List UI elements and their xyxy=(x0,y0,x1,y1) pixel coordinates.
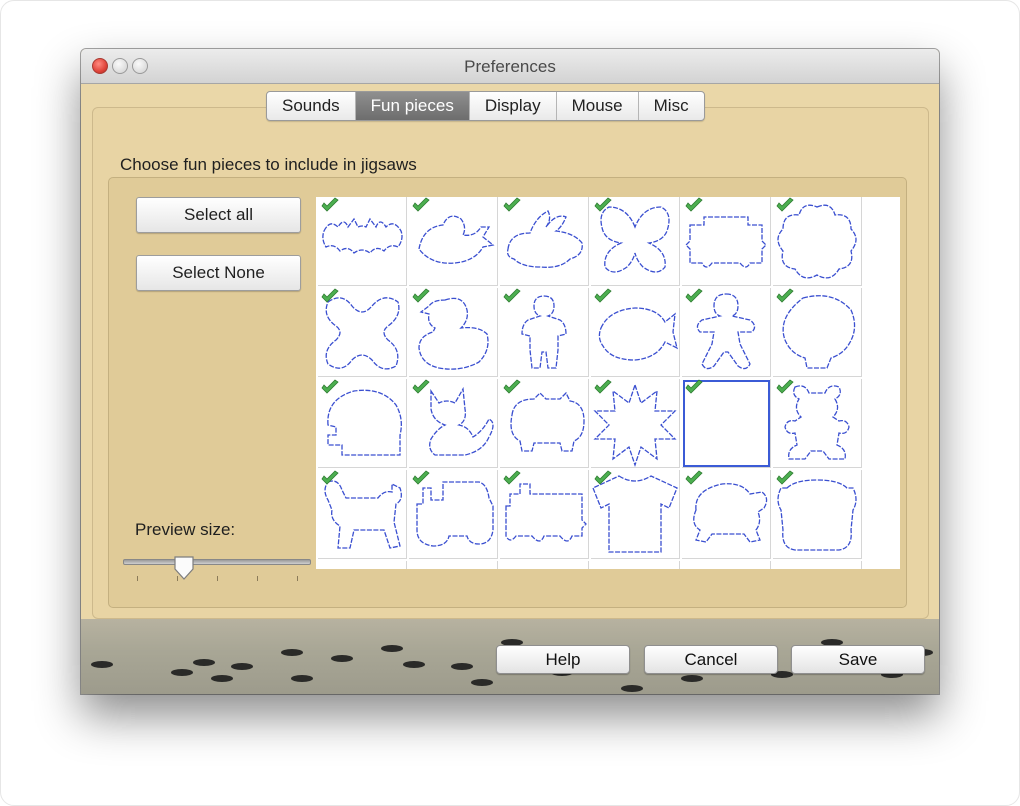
tab-sounds[interactable]: Sounds xyxy=(267,92,355,120)
checkmark-icon xyxy=(412,470,430,485)
checkmark-icon xyxy=(321,288,339,303)
select-all-button[interactable]: Select all xyxy=(136,197,301,233)
piece-cell-train-car[interactable] xyxy=(682,197,771,286)
checkmark-icon xyxy=(503,379,521,394)
piece-cell-gingerbread-man[interactable] xyxy=(682,288,771,377)
checkmark-icon xyxy=(321,197,339,212)
tab-mouse[interactable]: Mouse xyxy=(555,92,638,120)
checkmark-icon xyxy=(412,288,430,303)
slider-tick xyxy=(257,576,258,581)
piece-cell-pot[interactable] xyxy=(773,470,862,559)
tab-misc[interactable]: Misc xyxy=(637,92,704,120)
piece-cell-partial xyxy=(318,561,407,569)
piece-cell-t-shirt[interactable] xyxy=(591,470,680,559)
slider-tick xyxy=(217,576,218,581)
preferences-window: Preferences Sounds Fun pieces Display Mo… xyxy=(81,49,939,694)
piece-cell-dog[interactable] xyxy=(318,470,407,559)
piece-cell-bat[interactable] xyxy=(318,197,407,286)
checkmark-icon xyxy=(594,197,612,212)
cancel-button[interactable]: Cancel xyxy=(644,645,778,674)
checkmark-icon xyxy=(685,379,703,394)
window-title: Preferences xyxy=(464,57,556,76)
piece-cell-butterfly[interactable] xyxy=(591,197,680,286)
checkmark-icon xyxy=(685,288,703,303)
duck-silhouette xyxy=(451,663,473,670)
preview-size-slider-track[interactable] xyxy=(123,559,311,565)
checkmark-icon xyxy=(594,470,612,485)
piece-cell-fish[interactable] xyxy=(591,288,680,377)
duck-silhouette xyxy=(291,675,313,682)
piece-cell-bird[interactable] xyxy=(409,197,498,286)
piece-cell-teddy-bear[interactable] xyxy=(773,379,862,468)
checkmark-icon xyxy=(412,379,430,394)
piece-cell-cat[interactable] xyxy=(409,379,498,468)
piece-cell-tractor[interactable] xyxy=(409,470,498,559)
checkmark-icon xyxy=(321,470,339,485)
duck-silhouette xyxy=(681,675,703,682)
select-none-button[interactable]: Select None xyxy=(136,255,301,291)
duck-silhouette xyxy=(211,675,233,682)
piece-cell-pig[interactable] xyxy=(500,379,589,468)
checkmark-icon xyxy=(594,288,612,303)
checkmark-icon xyxy=(776,197,794,212)
checkmark-icon xyxy=(503,197,521,212)
piece-cell-partial xyxy=(773,561,862,569)
checkmark-icon xyxy=(776,288,794,303)
piece-cell-partial xyxy=(500,561,589,569)
checkmark-icon xyxy=(685,197,703,212)
title-bar[interactable]: Preferences xyxy=(81,49,939,84)
piece-cell-duck[interactable] xyxy=(409,288,498,377)
checkmark-icon xyxy=(503,288,521,303)
piece-cell-head[interactable] xyxy=(773,288,862,377)
duck-silhouette xyxy=(231,663,253,670)
help-button[interactable]: Help xyxy=(496,645,630,674)
checkmark-icon xyxy=(321,379,339,394)
piece-cell-square[interactable] xyxy=(682,379,771,468)
slider-tick xyxy=(137,576,138,581)
preview-size-slider-thumb[interactable] xyxy=(173,555,195,581)
duck-silhouette xyxy=(471,679,493,686)
piece-cell-partial xyxy=(591,561,680,569)
piece-cell-flower[interactable] xyxy=(773,197,862,286)
piece-cell-turtle[interactable] xyxy=(682,470,771,559)
tab-display[interactable]: Display xyxy=(468,92,556,120)
duck-silhouette xyxy=(621,685,643,692)
duck-silhouette xyxy=(403,661,425,668)
piece-cell-partial xyxy=(409,561,498,569)
duck-silhouette xyxy=(381,645,403,652)
duck-silhouette xyxy=(171,669,193,676)
piece-cell-x-shape[interactable] xyxy=(318,288,407,377)
duck-silhouette xyxy=(91,661,113,668)
duck-silhouette xyxy=(331,655,353,662)
fun-pieces-grid[interactable] xyxy=(316,197,900,569)
piece-cell-teddy-person[interactable] xyxy=(500,288,589,377)
checkmark-icon xyxy=(776,379,794,394)
tab-bar: Sounds Fun pieces Display Mouse Misc xyxy=(266,91,705,121)
piece-cell-locomotive[interactable] xyxy=(500,470,589,559)
checkmark-icon xyxy=(503,470,521,485)
slider-tick xyxy=(297,576,298,581)
piece-cell-star-burst[interactable] xyxy=(591,379,680,468)
checkmark-icon xyxy=(776,470,794,485)
checkmark-icon xyxy=(685,470,703,485)
tab-fun-pieces[interactable]: Fun pieces xyxy=(354,92,469,120)
piece-cell-rabbit[interactable] xyxy=(500,197,589,286)
checkmark-icon xyxy=(594,379,612,394)
piece-cell-partial xyxy=(682,561,771,569)
save-button[interactable]: Save xyxy=(791,645,925,674)
duck-silhouette xyxy=(281,649,303,656)
duck-silhouette xyxy=(193,659,215,666)
fun-pieces-heading: Choose fun pieces to include in jigsaws xyxy=(120,155,417,174)
checkmark-icon xyxy=(412,197,430,212)
piece-cell-helmet[interactable] xyxy=(318,379,407,468)
preview-size-label: Preview size: xyxy=(135,520,236,539)
